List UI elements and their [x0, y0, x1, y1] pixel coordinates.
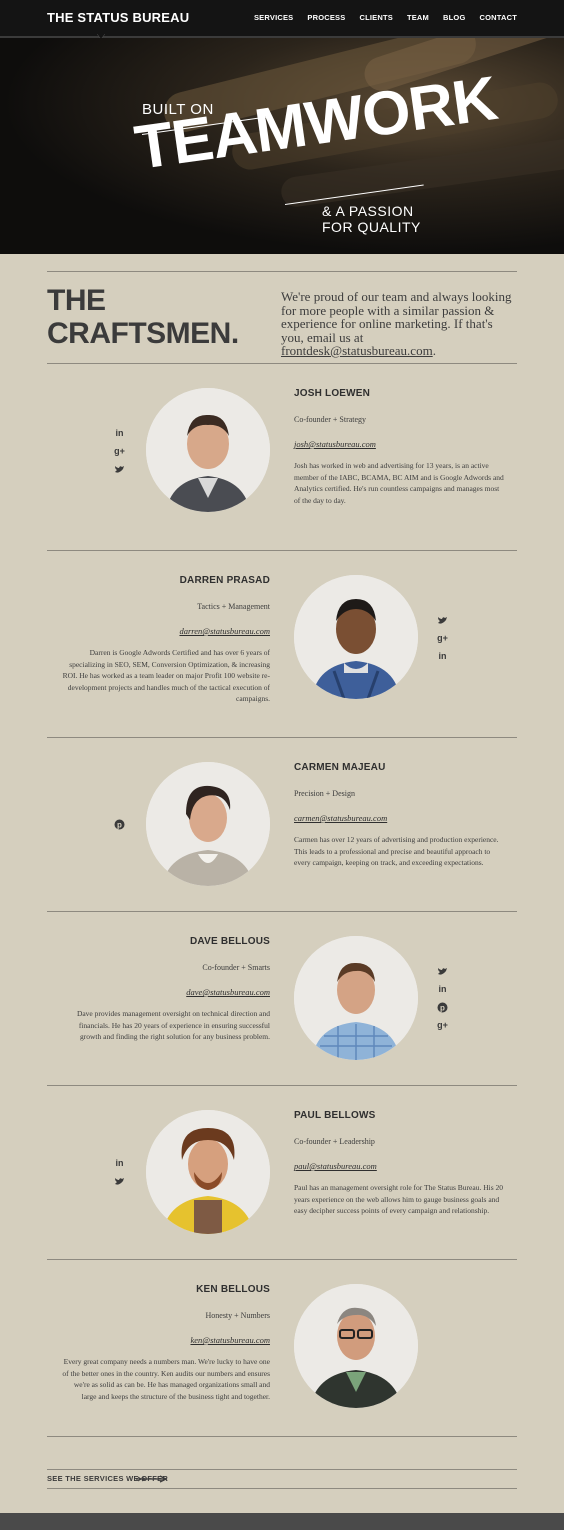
section-rule [47, 1469, 517, 1470]
member-info: CARMEN MAJEAU Precision + Design carmen@… [294, 762, 504, 869]
section-rule [47, 271, 517, 272]
section-rule [47, 1259, 517, 1260]
hero-line-3b: FOR QUALITY [322, 219, 421, 235]
member-email-link[interactable]: josh@statusbureau.com [294, 439, 504, 449]
section-title-line-1: THE [47, 284, 106, 317]
member-info: PAUL BELLOWS Co-founder + Leadership pau… [294, 1110, 504, 1217]
section-title: THE CRAFTSMEN. [47, 284, 239, 350]
member-role: Co-founder + Smarts [202, 963, 270, 972]
member-photo [146, 1110, 270, 1234]
member-name: CARMEN MAJEAU [294, 762, 386, 773]
intro-paragraph: We're proud of our team and always looki… [281, 290, 517, 358]
hero-headline: BUILT ON TEAMWORK & A PASSION FOR QUALIT… [131, 64, 501, 246]
pinterest-icon[interactable]: p [114, 819, 125, 830]
member-name: JOSH LOEWEN [294, 388, 371, 399]
intro-text: We're proud of our team and always looki… [281, 289, 512, 345]
section-rule [47, 1436, 517, 1437]
twitter-icon[interactable] [114, 464, 125, 475]
section-rule [47, 911, 517, 912]
member-info: DAVE BELLOUS Co-founder + Smarts dave@st… [60, 936, 270, 1043]
linkedin-icon[interactable]: in [114, 1158, 125, 1169]
section-rule [47, 363, 517, 364]
member-bio: Darren is Google Adwords Certified and h… [62, 648, 270, 703]
linkedin-icon[interactable]: in [437, 651, 448, 662]
intro-email-link[interactable]: frontdesk@statusbureau.com [281, 343, 433, 358]
team-member: DAVE BELLOUS Co-founder + Smarts dave@st… [0, 936, 564, 1066]
member-email-link[interactable]: carmen@statusbureau.com [294, 813, 504, 823]
member-bio: Dave provides management oversight on te… [76, 1009, 270, 1041]
nav-team[interactable]: TEAM [407, 13, 429, 22]
member-role: Precision + Design [294, 789, 355, 798]
member-photo [146, 762, 270, 886]
nav-process[interactable]: PROCESS [307, 13, 345, 22]
member-bio: Carmen has over 12 years of advertising … [294, 835, 499, 867]
section-rule [47, 1085, 517, 1086]
member-photo [294, 1284, 418, 1408]
section-rule [47, 1488, 517, 1489]
google-plus-icon[interactable]: g+ [437, 1020, 448, 1031]
member-photo [294, 936, 418, 1060]
member-photo [294, 575, 418, 699]
member-info: DARREN PRASAD Tactics + Management darre… [60, 575, 270, 705]
social-links: p [114, 819, 125, 830]
svg-text:p: p [117, 820, 122, 829]
member-role: Tactics + Management [197, 602, 270, 611]
section-rule [47, 737, 517, 738]
twitter-icon[interactable] [437, 615, 448, 626]
member-email-link[interactable]: dave@statusbureau.com [60, 987, 270, 997]
google-plus-icon[interactable]: g+ [437, 633, 448, 644]
member-info: KEN BELLOUS Honesty + Numbers ken@status… [60, 1284, 270, 1402]
member-role: Co-founder + Leadership [294, 1137, 375, 1146]
member-name: DAVE BELLOUS [190, 936, 270, 947]
hero-line-3: & A PASSION FOR QUALITY [322, 203, 421, 235]
member-email-link[interactable]: darren@statusbureau.com [60, 626, 270, 636]
member-email-link[interactable]: paul@statusbureau.com [294, 1161, 504, 1171]
team-member: in g+ JOSH LOEWEN Co-founder + Strategy … [0, 388, 564, 528]
nav-contact[interactable]: CONTACT [479, 13, 517, 22]
nav-clients[interactable]: CLIENTS [359, 13, 392, 22]
member-role: Co-founder + Strategy [294, 415, 367, 424]
team-member: DARREN PRASAD Tactics + Management darre… [0, 575, 564, 715]
top-nav-bar: THE STATUS BUREAU SERVICES PROCESS CLIEN… [0, 0, 564, 36]
arrow-right-icon[interactable] [136, 1475, 168, 1483]
google-plus-icon[interactable]: g+ [114, 446, 125, 457]
pinterest-icon[interactable]: p [437, 1002, 448, 1013]
main-nav: SERVICES PROCESS CLIENTS TEAM BLOG CONTA… [254, 13, 517, 22]
hero-banner: BUILT ON TEAMWORK & A PASSION FOR QUALIT… [0, 38, 564, 254]
twitter-icon[interactable] [437, 966, 448, 977]
member-bio: Every great company needs a numbers man.… [62, 1357, 270, 1401]
linkedin-icon[interactable]: in [114, 428, 125, 439]
hero-rule [284, 184, 424, 205]
member-name: DARREN PRASAD [179, 575, 270, 586]
section-rule [47, 550, 517, 551]
social-links: in p g+ [437, 966, 448, 1031]
member-name: KEN BELLOUS [196, 1284, 270, 1295]
hero-line-3a: & A PASSION [322, 203, 414, 219]
member-bio: Paul has an management oversight role fo… [294, 1183, 503, 1215]
social-links: g+ in [437, 615, 448, 662]
member-name: PAUL BELLOWS [294, 1110, 376, 1121]
member-info: JOSH LOEWEN Co-founder + Strategy josh@s… [294, 388, 504, 506]
member-email-link[interactable]: ken@statusbureau.com [60, 1335, 270, 1345]
section-title-line-2: CRAFTSMEN. [47, 317, 239, 350]
member-role: Honesty + Numbers [205, 1311, 270, 1320]
team-member: p CARMEN MAJEAU Precision + Design carme… [0, 762, 564, 892]
twitter-icon[interactable] [114, 1176, 125, 1187]
svg-text:p: p [440, 1003, 445, 1012]
member-photo [146, 388, 270, 512]
nav-services[interactable]: SERVICES [254, 13, 293, 22]
team-member: KEN BELLOUS Honesty + Numbers ken@status… [0, 1284, 564, 1424]
footer-bar [0, 1513, 564, 1530]
brand-logo[interactable]: THE STATUS BUREAU [47, 10, 189, 25]
linkedin-icon[interactable]: in [437, 984, 448, 995]
social-links: in g+ [114, 428, 125, 475]
team-member: in PAUL BELLOWS Co-founder + Leadership … [0, 1110, 564, 1240]
social-links: in [114, 1158, 125, 1187]
nav-blog[interactable]: BLOG [443, 13, 465, 22]
member-bio: Josh has worked in web and advertising f… [294, 461, 504, 505]
intro-period: . [432, 343, 436, 358]
